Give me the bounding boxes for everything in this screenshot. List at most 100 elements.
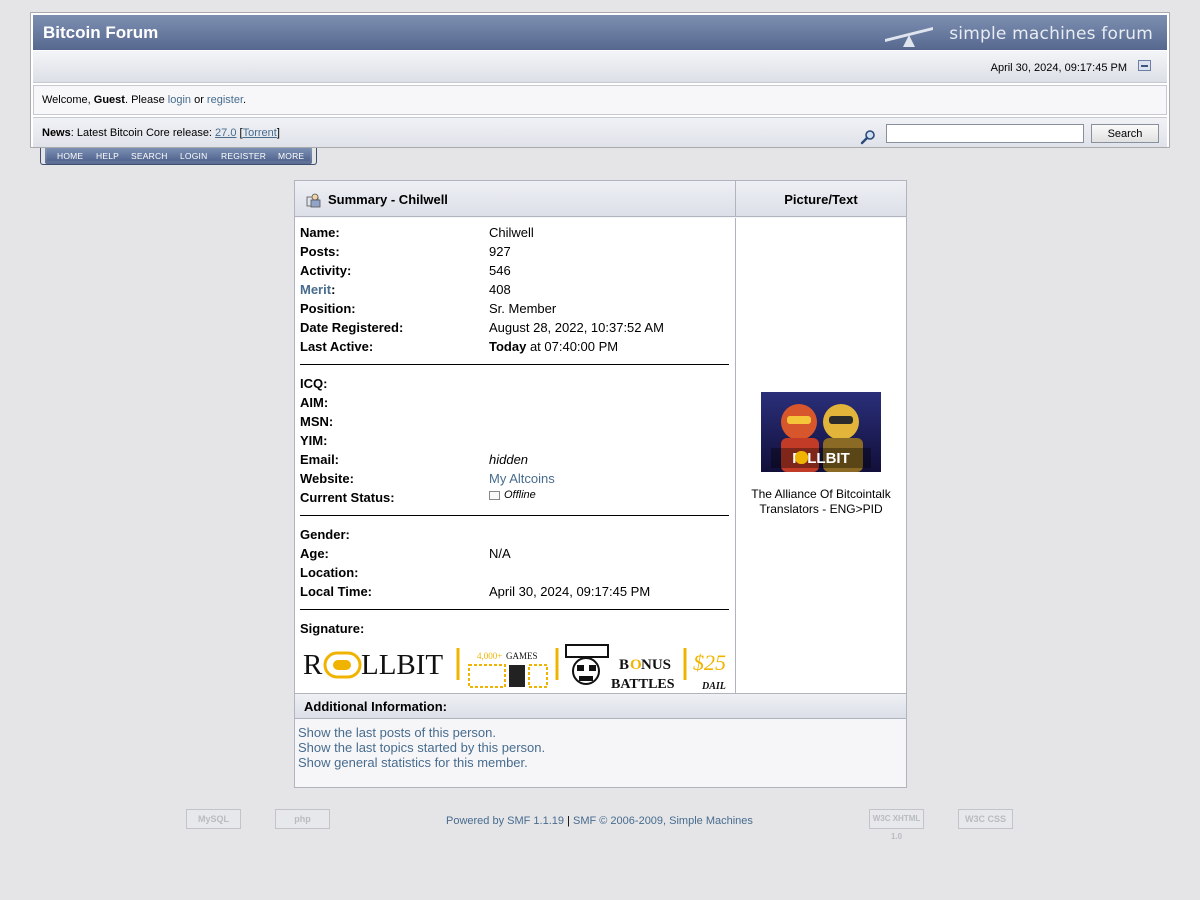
position-value: Sr. Member [489,301,557,316]
last-active-time: at 07:40:00 PM [526,339,619,354]
xhtml-badge[interactable]: W3C XHTML 1.0 [869,809,924,841]
sig-bonus-o: O [630,657,642,673]
location-label: Location: [300,565,359,580]
icq-label: ICQ: [300,376,328,391]
posts-label: Posts: [300,244,340,259]
picture-body: R LLBIT The Alliance Of Bitcointalk Tran… [736,218,906,693]
local-time-label: Local Time: [300,584,373,599]
name-label: Name: [300,225,340,240]
status-text: Offline [504,489,536,501]
main-menu: HOME HELP SEARCH LOGIN REGISTER MORE [40,148,317,165]
sig-skull-icon [565,644,609,685]
avatar-caption: The Alliance Of Bitcointalk Translators … [751,487,891,516]
activity-label: Activity: [300,263,352,278]
summary-title: Summary - Chilwell [328,192,448,207]
status-label: Current Status: [300,490,395,505]
sig-games-icon [468,664,548,688]
last-topics-link[interactable]: Show the last topics started by this per… [298,740,545,755]
news-text: News: Latest Bitcoin Core release: 27.0 … [42,127,280,139]
website-label: Website: [300,471,354,486]
position-label: Position: [300,301,356,316]
sig-games-count: 4,000+ [477,651,502,661]
welcome-prefix: Welcome, [42,94,94,106]
forum-title: Bitcoin Forum [43,23,159,42]
smf-logo: simple machines forum [883,21,1153,47]
signature-banner[interactable]: R LLBIT 4,000+ GAMES B O NUS BATTLES $25… [303,641,731,689]
sig-bonus-b: B [619,657,629,673]
merit-label: Merit: [300,282,336,297]
website-link[interactable]: My Altcoins [489,471,555,486]
smf-logo-text: simple machines forum [949,24,1153,44]
collapse-header-icon[interactable] [1138,60,1151,71]
menu-more[interactable]: MORE [278,151,304,161]
status-value: Offline [489,489,536,501]
menu-search[interactable]: SEARCH [131,151,168,161]
welcome-suffix: . [243,94,247,106]
sig-money: $25 [693,650,726,675]
picture-title: Picture/Text [784,192,858,207]
activity-value: 546 [489,263,511,278]
merit-value: 408 [489,282,511,297]
menu-home[interactable]: HOME [57,151,83,161]
seesaw-logo-icon [885,27,933,47]
sig-daily: DAIL [701,681,726,689]
merit-link[interactable]: Merit [300,282,331,297]
guest-name: Guest [93,94,125,106]
yim-label: YIM: [300,433,328,448]
news-body: : Latest Bitcoin Core release: [70,127,216,139]
date-registered-label: Date Registered: [300,320,404,335]
menu-login[interactable]: LOGIN [180,151,207,161]
general-stats-link[interactable]: Show general statistics for this member. [298,755,528,770]
summary-header: Summary - Chilwell [295,181,736,217]
age-label: Age: [300,546,329,561]
name-value: Chilwell [489,225,534,240]
age-value: N/A [489,546,511,561]
php-badge[interactable]: php [275,809,330,829]
additional-info-body: Show the last posts of this person. Show… [295,720,906,787]
welcome-or: or [191,94,207,106]
search-input[interactable] [886,124,1084,143]
gender-label: Gender: [300,527,350,542]
divider [300,609,729,610]
news-label: News [42,127,71,139]
search-icon [860,130,875,145]
title-bar: Bitcoin Forum simple machines forum [33,15,1167,50]
sig-brand-rest: LLBIT [361,649,443,681]
powered-by-link[interactable]: Powered by SMF 1.1.19 [446,815,564,827]
core-version-link[interactable]: 27.0 [215,127,236,139]
torrent-link[interactable]: Torrent [243,127,277,139]
email-value: hidden [489,452,529,467]
last-active-today: Today [489,339,527,354]
additional-info-header: Additional Information: [295,693,906,719]
email-label: Email: [300,452,340,467]
menu-help[interactable]: HELP [96,151,119,161]
welcome-middle: . Please [124,94,168,106]
additional-info-title: Additional Information: [304,699,447,714]
current-date: April 30, 2024, 09:17:45 PM [990,62,1127,74]
footer-credits: Powered by SMF 1.1.19 | SMF © 2006-2009,… [446,815,753,827]
copyright-link[interactable]: SMF © 2006-2009, Simple Machines [573,815,753,827]
summary-body: Name: Chilwell Posts: 927 Activity: 546 … [295,218,736,693]
aim-label: AIM: [300,395,329,410]
footer-separator: | [564,815,573,827]
sig-games: GAMES [506,651,538,661]
forum-header: Bitcoin Forum simple machines forum Apri… [30,12,1170,148]
search-button[interactable]: Search [1091,124,1159,143]
sig-battles: BATTLES [611,677,675,689]
posts-value: 927 [489,244,511,259]
date-registered-value: August 28, 2022, 10:37:52 AM [489,320,664,335]
last-active-value: Today at 07:40:00 PM [489,339,618,354]
last-posts-link[interactable]: Show the last posts of this person. [298,725,496,740]
last-active-label: Last Active: [300,339,374,354]
msn-label: MSN: [300,414,334,429]
menu-register[interactable]: REGISTER [221,151,266,161]
register-link[interactable]: register [207,94,243,106]
profile-panel: Summary - Chilwell Picture/Text Name: Ch… [294,180,907,788]
avatar: R LLBIT [761,392,881,472]
mysql-badge[interactable]: MySQL [186,809,241,829]
divider [300,515,729,516]
css-badge[interactable]: W3C CSS [958,809,1013,829]
local-time-value: April 30, 2024, 09:17:45 PM [489,584,651,599]
picture-header: Picture/Text [736,181,906,217]
login-link[interactable]: login [168,94,191,106]
